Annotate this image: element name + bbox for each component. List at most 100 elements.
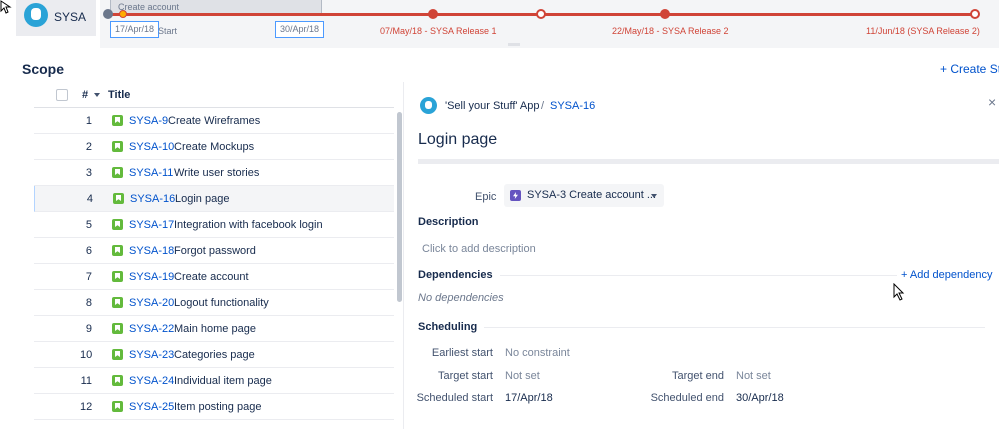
dependencies-heading: Dependencies — [418, 269, 493, 281]
issue-key-link[interactable]: SYSA-9 — [129, 115, 168, 127]
no-dependencies-text: No dependencies — [418, 292, 504, 304]
breadcrumb-separator: / — [541, 100, 545, 112]
milestone-release-2-end[interactable] — [970, 9, 980, 19]
move-cursor-icon — [0, 0, 12, 14]
issue-title: Categories page — [174, 349, 255, 361]
scheduled-start-value: 17/Apr/18 — [505, 392, 553, 404]
issue-title: Logout functionality — [174, 297, 269, 309]
selected-bar-label: Create account — [118, 2, 180, 12]
table-row[interactable]: 9 SYSA-22 Main home page — [34, 316, 394, 342]
description-field[interactable]: Click to add description — [422, 243, 536, 255]
scheduled-start-label: Scheduled start — [416, 392, 493, 404]
table-row[interactable]: 11 SYSA-24 Individual item page — [34, 368, 394, 394]
issue-detail-panel: 'Sell your Stuff' App / SYSA-16 × Login … — [404, 82, 999, 429]
table-header: # Title — [34, 82, 394, 108]
row-number: 12 — [80, 401, 93, 413]
issue-title: Create Mockups — [174, 141, 255, 153]
app-tile[interactable]: SYSA — [16, 0, 96, 36]
issue-key-link[interactable]: SYSA-23 — [129, 349, 174, 361]
table-row[interactable]: 6 SYSA-18 Forgot password — [34, 238, 394, 264]
issue-key-link[interactable]: SYSA-24 — [129, 375, 174, 387]
breadcrumb-issue-key[interactable]: SYSA-16 — [550, 100, 595, 112]
epic-select[interactable]: SYSA-3 Create account ... — [504, 184, 664, 207]
table-row[interactable]: 12 SYSA-25 Item posting page — [34, 394, 394, 420]
earliest-start-value[interactable]: No constraint — [505, 347, 570, 359]
start-marker[interactable] — [103, 9, 113, 19]
target-start-label: Target start — [437, 370, 493, 382]
table-row[interactable]: 7 SYSA-19 Create account — [34, 264, 394, 290]
issue-key-link[interactable]: SYSA-18 — [129, 245, 174, 257]
issue-key-link[interactable]: SYSA-17 — [129, 219, 174, 231]
story-icon — [112, 141, 123, 152]
table-row-selected[interactable]: 4 SYSA-16 Login page — [34, 186, 394, 212]
timeline-track-area-right — [760, 0, 999, 48]
close-icon[interactable]: × — [988, 94, 996, 110]
scheduled-end-label: Scheduled end — [650, 392, 724, 404]
issue-key-link[interactable]: SYSA-10 — [129, 141, 174, 153]
row-number: 1 — [85, 115, 92, 127]
issue-title: Item posting page — [174, 401, 262, 413]
issue-key-link[interactable]: SYSA-25 — [129, 401, 174, 413]
story-icon — [112, 245, 123, 256]
column-header-number[interactable]: # — [82, 89, 88, 101]
issue-title-heading[interactable]: Login page — [418, 131, 497, 149]
create-story-link[interactable]: + Create Sto — [940, 62, 999, 76]
app-name: SYSA — [54, 10, 87, 24]
scope-table: # Title 1 SYSA-9 Create Wireframes 2 SYS… — [0, 82, 402, 429]
story-icon — [112, 167, 123, 178]
select-all-checkbox[interactable] — [56, 89, 68, 101]
table-row[interactable]: 10 SYSA-23 Categories page — [34, 342, 394, 368]
issue-title: Integration with facebook login — [174, 219, 323, 231]
project-avatar-icon — [420, 97, 437, 114]
add-dependency-link[interactable]: + Add dependency — [897, 269, 993, 281]
row-number: 5 — [85, 219, 92, 231]
story-icon — [112, 115, 123, 126]
issue-key-link[interactable]: SYSA-19 — [129, 271, 174, 283]
app-avatar-icon — [24, 3, 48, 27]
epic-label: Epic — [475, 191, 497, 203]
row-number: 7 — [85, 271, 92, 283]
table-scrollbar[interactable] — [397, 112, 402, 302]
table-row[interactable]: 8 SYSA-20 Logout functionality — [34, 290, 394, 316]
column-header-title[interactable]: Title — [108, 89, 130, 101]
issue-title: Create Wireframes — [168, 115, 261, 127]
issue-title: Create account — [174, 271, 249, 283]
issue-key-link[interactable]: SYSA-11 — [129, 167, 173, 179]
table-row[interactable]: 2 SYSA-10 Create Mockups — [34, 134, 394, 160]
issue-title: Main home page — [174, 323, 256, 335]
story-icon — [112, 375, 123, 386]
issue-key-link[interactable]: SYSA-22 — [129, 323, 174, 335]
table-row[interactable]: 1 SYSA-9 Create Wireframes — [34, 108, 394, 134]
story-icon — [112, 323, 123, 334]
milestone-label: 07/May/18 - SYSA Release 1 — [380, 26, 497, 36]
story-icon — [112, 219, 123, 230]
current-marker[interactable] — [119, 10, 127, 18]
row-number: 11 — [80, 375, 92, 387]
scheduling-heading: Scheduling — [418, 321, 478, 333]
splitter-handle[interactable] — [508, 43, 520, 46]
timeline-header: SYSA Create account 17/Apr/18 Start 30/A… — [0, 0, 999, 48]
start-date-box[interactable]: 17/Apr/18 — [110, 21, 160, 38]
target-end-value[interactable]: Not set — [736, 370, 771, 382]
story-icon — [112, 349, 123, 360]
story-icon — [112, 297, 123, 308]
row-number: 3 — [85, 167, 92, 179]
breadcrumb-project[interactable]: 'Sell your Stuff' App — [445, 100, 540, 112]
table-row[interactable]: 5 SYSA-17 Integration with facebook logi… — [34, 212, 394, 238]
milestone-release-2[interactable] — [660, 9, 670, 19]
target-start-value[interactable]: Not set — [505, 370, 540, 382]
milestone-marker[interactable] — [536, 9, 546, 19]
issue-title: Write user stories — [174, 167, 260, 179]
epic-icon — [510, 190, 521, 201]
issue-key-link[interactable]: SYSA-16 — [130, 193, 175, 205]
row-number: 10 — [80, 349, 93, 361]
scope-title: Scope — [22, 61, 65, 77]
title-divider — [418, 159, 999, 164]
milestone-release-1[interactable] — [428, 9, 438, 19]
description-heading: Description — [418, 216, 479, 228]
issue-title: Forgot password — [174, 245, 256, 257]
issue-key-link[interactable]: SYSA-20 — [129, 297, 174, 309]
sort-caret-icon[interactable] — [94, 93, 100, 97]
end-date-box[interactable]: 30/Apr/18 — [275, 21, 325, 38]
table-row[interactable]: 3 SYSA-11 Write user stories — [34, 160, 394, 186]
